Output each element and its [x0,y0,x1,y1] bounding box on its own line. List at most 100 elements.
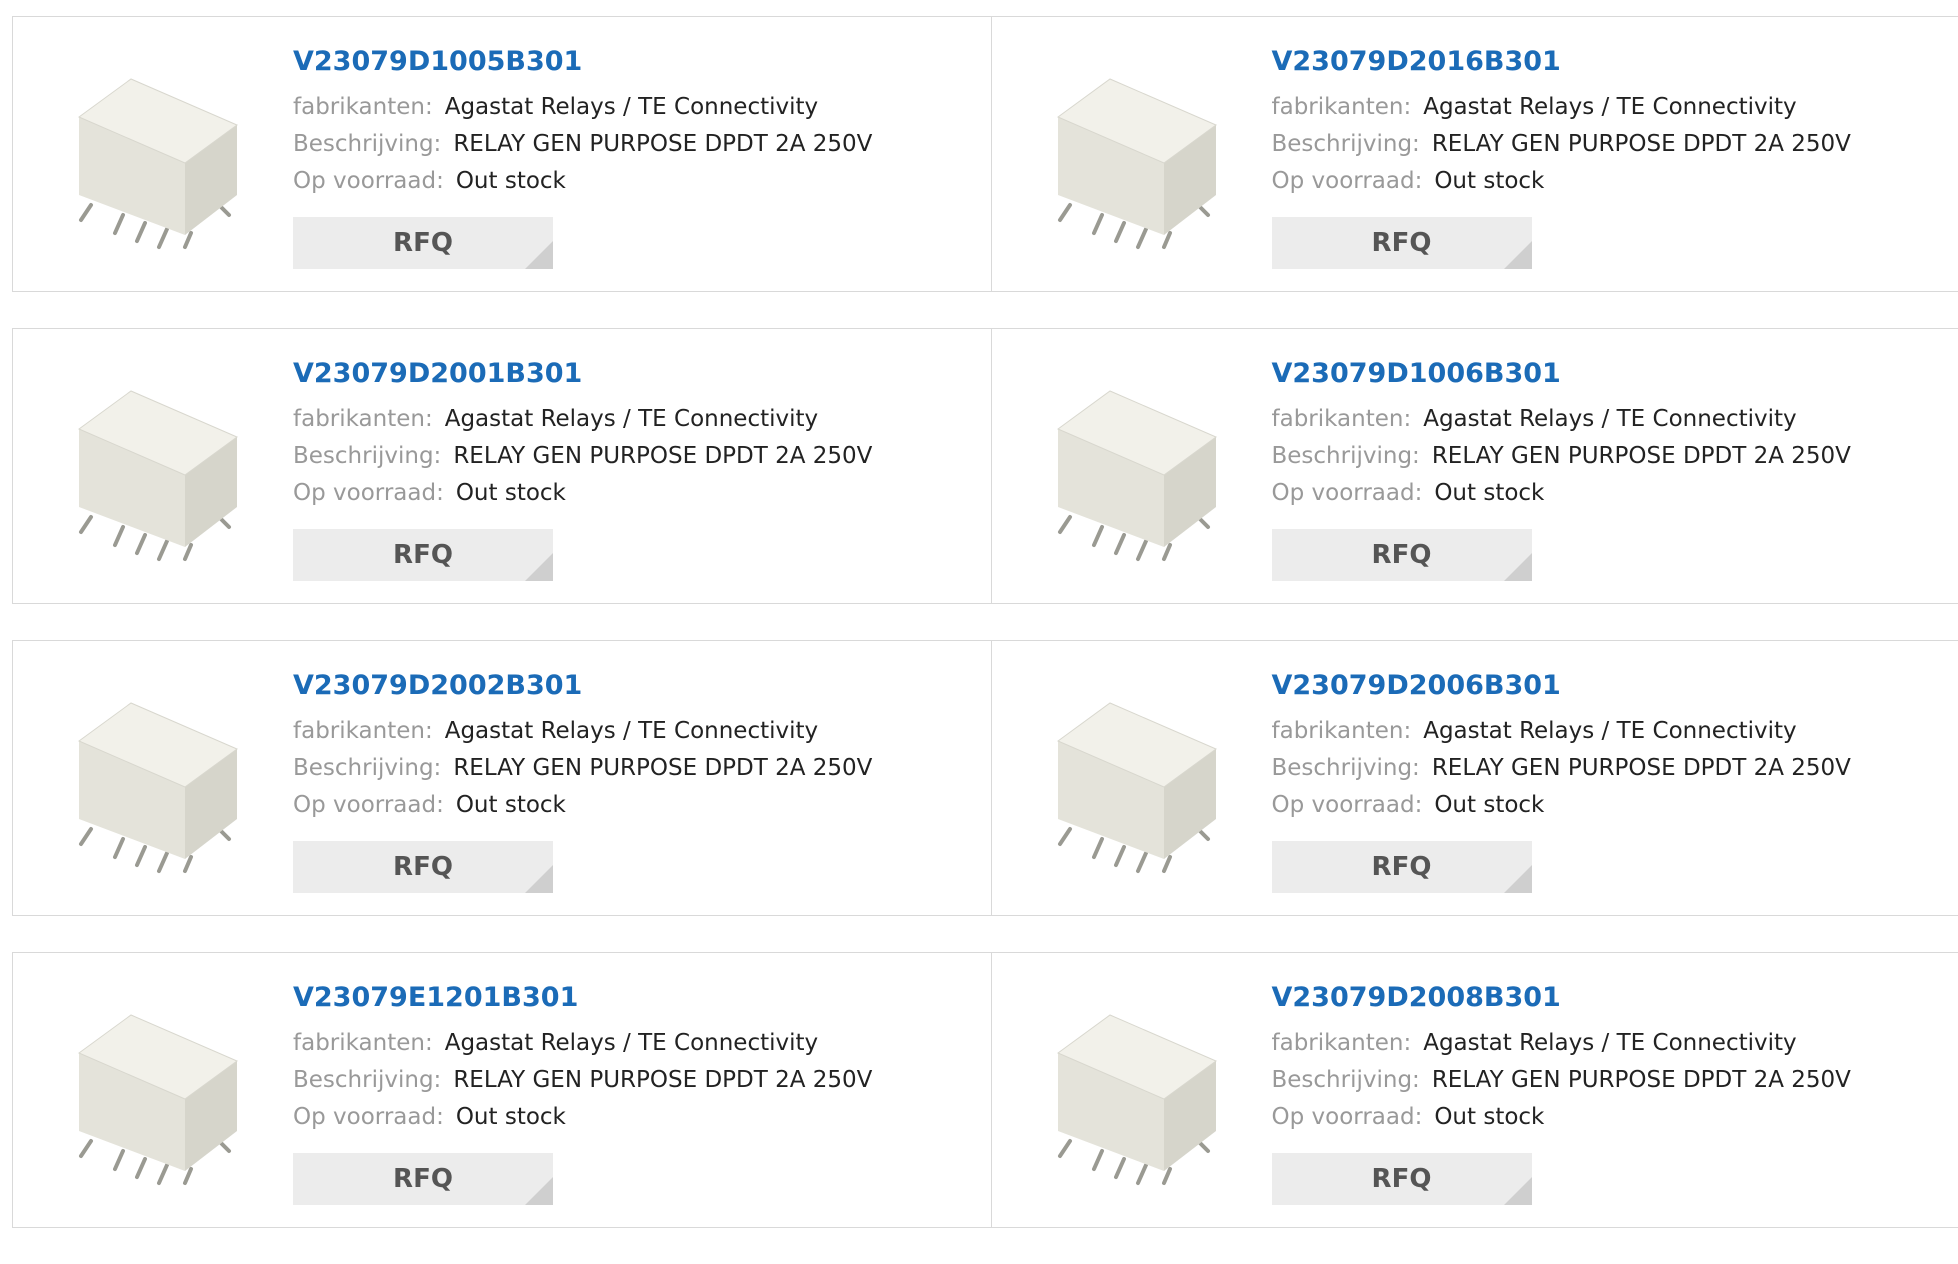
part-number-link[interactable]: V23079D1005B301 [293,45,872,79]
manufacturer-label: fabrikanten: [293,1030,433,1056]
stock-label: Op voorraad: [1272,480,1423,506]
description-line: Beschrijving:RELAY GEN PURPOSE DPDT 2A 2… [293,750,872,787]
description-value: RELAY GEN PURPOSE DPDT 2A 250V [453,443,872,469]
manufacturer-value: Agastat Relays / TE Connectivity [445,94,818,120]
manufacturer-label: fabrikanten: [1272,718,1412,744]
rfq-button[interactable]: RFQ [1272,217,1532,269]
manufacturer-label: fabrikanten: [293,718,433,744]
part-number-link[interactable]: V23079D2002B301 [293,669,872,703]
product-card: V23079D2016B301 fabrikanten: Agastat Rela… [991,17,1958,291]
product-image[interactable] [1030,55,1230,255]
part-number-link[interactable]: V23079D2016B301 [1272,45,1851,79]
manufacturer-value: Agastat Relays / TE Connectivity [445,1030,818,1056]
relay-photo-icon [1030,55,1230,255]
product-image[interactable] [51,55,251,255]
stock-value: Out stock [456,1104,566,1130]
stock-value: Out stock [1434,792,1544,818]
relay-photo-icon [1030,991,1230,1191]
manufacturer-value: Agastat Relays / TE Connectivity [1423,1030,1796,1056]
corner-triangle-icon [525,241,553,269]
manufacturer-line: fabrikanten: Agastat Relays / TE Connecti… [293,89,872,126]
part-number-link[interactable]: V23079D1006B301 [1272,357,1851,391]
manufacturer-value: Agastat Relays / TE Connectivity [1423,406,1796,432]
product-info: V23079D2006B301 fabrikanten: Agastat Rela… [1272,669,1851,824]
description-value: RELAY GEN PURPOSE DPDT 2A 250V [1432,443,1851,469]
manufacturer-line: fabrikanten:Agastat Relays / TE Connecti… [1272,1025,1851,1062]
stock-line: Op voorraad:Out stock [293,1099,872,1136]
corner-triangle-icon [1504,1177,1532,1205]
product-info: V23079D2002B301 fabrikanten: Agastat Rela… [293,669,872,824]
manufacturer-label: fabrikanten: [293,94,433,120]
part-number-link[interactable]: V23079D2006B301 [1272,669,1851,703]
product-image[interactable] [1030,367,1230,567]
rfq-button-label: RFQ [393,540,453,570]
description-label: Beschrijving: [1272,755,1420,781]
rfq-button-label: RFQ [393,228,453,258]
stock-line: Op voorraad:Out stock [293,787,872,824]
corner-triangle-icon [1504,553,1532,581]
corner-triangle-icon [525,553,553,581]
rfq-button[interactable]: RFQ [293,841,553,893]
rfq-button[interactable]: RFQ [293,217,553,269]
description-label: Beschrijving: [293,1067,441,1093]
rfq-button-label: RFQ [1372,228,1432,258]
product-row: V23079D2002B301 fabrikanten: Agastat Rela… [12,640,1958,916]
rfq-button-label: RFQ [393,1164,453,1194]
corner-triangle-icon [525,865,553,893]
stock-value: Out stock [456,168,566,194]
part-number-link[interactable]: V23079D2001B301 [293,357,872,391]
relay-photo-icon [1030,367,1230,567]
manufacturer-value: Agastat Relays / TE Connectivity [1423,94,1796,120]
product-card: V23079D2008B301 fabrikanten:Agastat Rela… [991,953,1958,1227]
description-value: RELAY GEN PURPOSE DPDT 2A 250V [453,131,872,157]
product-image[interactable] [51,367,251,567]
rfq-button[interactable]: RFQ [1272,841,1532,893]
part-number-link[interactable]: V23079D2008B301 [1272,981,1851,1015]
stock-label: Op voorraad: [1272,792,1423,818]
manufacturer-line: fabrikanten: Agastat Relays / TE Connecti… [1272,713,1851,750]
description-label: Beschrijving: [1272,131,1420,157]
description-label: Beschrijving: [1272,1067,1420,1093]
stock-label: Op voorraad: [293,168,444,194]
stock-line: Op voorraad:Out stock [1272,475,1851,512]
product-info: V23079D1005B301 fabrikanten: Agastat Rela… [293,45,872,200]
part-number-link[interactable]: V23079E1201B301 [293,981,872,1015]
description-line: Beschrijving: RELAY GEN PURPOSE DPDT 2A 2… [293,126,872,163]
rfq-button[interactable]: RFQ [293,529,553,581]
relay-photo-icon [1030,679,1230,879]
description-label: Beschrijving: [293,131,441,157]
stock-line: Op voorraad: Out stock [293,163,872,200]
description-line: Beschrijving:RELAY GEN PURPOSE DPDT 2A 2… [293,438,872,475]
product-card: V23079D2001B301 fabrikanten:Agastat Rela… [13,329,991,603]
product-info: V23079D2008B301 fabrikanten:Agastat Rela… [1272,981,1851,1136]
product-info: V23079D1006B301 fabrikanten:Agastat Rela… [1272,357,1851,512]
description-label: Beschrijving: [293,755,441,781]
product-card: V23079D2006B301 fabrikanten: Agastat Rela… [991,641,1958,915]
manufacturer-line: fabrikanten:Agastat Relays / TE Connecti… [1272,401,1851,438]
description-value: RELAY GEN PURPOSE DPDT 2A 250V [1432,755,1851,781]
stock-label: Op voorraad: [293,480,444,506]
manufacturer-label: fabrikanten: [1272,94,1412,120]
product-image[interactable] [51,991,251,1191]
description-value: RELAY GEN PURPOSE DPDT 2A 250V [1432,131,1851,157]
rfq-button[interactable]: RFQ [293,1153,553,1205]
product-row: V23079E1201B301 fabrikanten: Agastat Rela… [12,952,1958,1228]
stock-label: Op voorraad: [1272,1104,1423,1130]
stock-line: Op voorraad:Out stock [1272,163,1851,200]
product-info: V23079D2001B301 fabrikanten:Agastat Rela… [293,357,872,512]
rfq-button[interactable]: RFQ [1272,1153,1532,1205]
manufacturer-label: fabrikanten: [293,406,433,432]
rfq-button[interactable]: RFQ [1272,529,1532,581]
manufacturer-value: Agastat Relays / TE Connectivity [1423,718,1796,744]
corner-triangle-icon [1504,241,1532,269]
product-image[interactable] [1030,679,1230,879]
manufacturer-value: Agastat Relays / TE Connectivity [445,718,818,744]
product-card: V23079E1201B301 fabrikanten: Agastat Rela… [13,953,991,1227]
product-card: V23079D2002B301 fabrikanten: Agastat Rela… [13,641,991,915]
description-line: Beschrijving:RELAY GEN PURPOSE DPDT 2A 2… [1272,1062,1851,1099]
product-image[interactable] [1030,991,1230,1191]
stock-line: Op voorraad:Out stock [1272,1099,1851,1136]
manufacturer-line: fabrikanten: Agastat Relays / TE Connecti… [293,1025,872,1062]
product-image[interactable] [51,679,251,879]
product-row: V23079D1005B301 fabrikanten: Agastat Rela… [12,16,1958,292]
